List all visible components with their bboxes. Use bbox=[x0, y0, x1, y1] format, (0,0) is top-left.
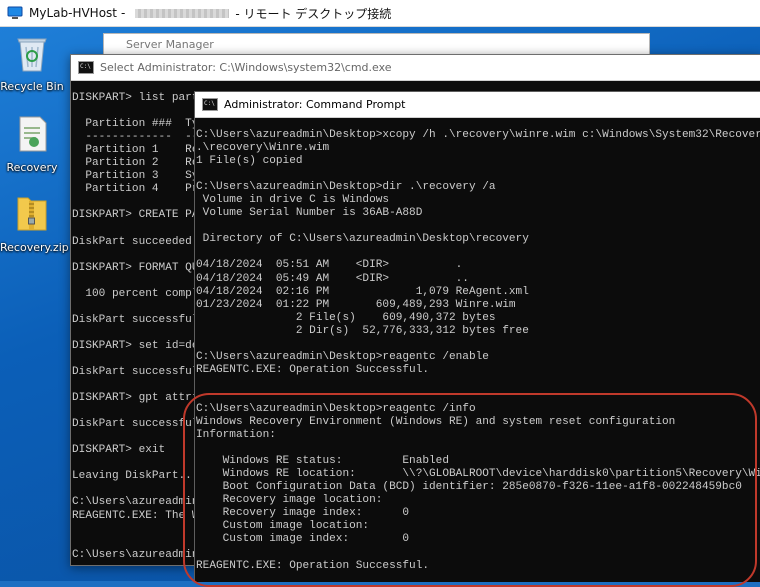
console-line: REAGENTC.EXE: Operation Successful. bbox=[196, 363, 430, 376]
cmd-icon bbox=[78, 61, 94, 74]
console-line: Directory of C:\Users\azureadmin\Desktop… bbox=[196, 233, 529, 246]
console-line: Custom image location: bbox=[196, 520, 370, 533]
console-line: Information: bbox=[196, 429, 276, 442]
console-line: 2 File(s) 609,490,372 bytes bbox=[196, 311, 496, 324]
console-line: Windows RE status: Enabled bbox=[196, 455, 449, 468]
zip-folder-icon bbox=[17, 197, 47, 231]
cmd-window-title: Select Administrator: C:\Windows\system3… bbox=[100, 61, 392, 74]
cmd-window-admin[interactable]: Administrator: Command Prompt C:\Users\a… bbox=[194, 91, 760, 582]
console-line: C:\Users\azureadmin\Desktop>reagentc /in… bbox=[196, 402, 476, 415]
cmd-window-title: Administrator: Command Prompt bbox=[224, 98, 406, 111]
desktop-icon-label: Recycle Bin bbox=[0, 80, 64, 93]
rdp-title-bar: MyLab-HVHost - - リモート デスクトップ接続 bbox=[0, 0, 760, 27]
console-line: Volume in drive C is Windows bbox=[196, 194, 390, 207]
console-line: 04/18/2024 05:51 AM <DIR> . bbox=[196, 259, 463, 272]
console-line: .\recovery\Winre.wim bbox=[196, 142, 330, 155]
console-line: 1 File(s) copied bbox=[196, 155, 303, 168]
cmd-window-title-bar[interactable]: Administrator: Command Prompt bbox=[195, 92, 760, 118]
cmd-window-title-bar[interactable]: Select Administrator: C:\Windows\system3… bbox=[71, 55, 760, 81]
console-line: Windows Recovery Environment (Windows RE… bbox=[196, 416, 676, 429]
console-line: Recovery image index: 0 bbox=[196, 507, 410, 520]
console-line: Custom image index: 0 bbox=[196, 533, 410, 546]
server-manager-title: Server Manager bbox=[126, 38, 214, 51]
cmd-icon bbox=[202, 98, 218, 111]
redacted-address bbox=[135, 8, 230, 18]
rdp-separator: - bbox=[121, 6, 126, 20]
desktop-icon-recovery-zip[interactable]: Recovery.zip bbox=[0, 192, 69, 254]
console-line: 2 Dir(s) 52,776,333,312 bytes free bbox=[196, 324, 529, 337]
console-line: Volume Serial Number is 36AB-A88D bbox=[196, 207, 423, 220]
console-line: 04/18/2024 05:49 AM <DIR> .. bbox=[196, 272, 469, 285]
desktop-icon-recycle-bin[interactable]: Recycle Bin bbox=[0, 31, 64, 93]
console-line: Boot Configuration Data (BCD) identifier… bbox=[196, 481, 742, 494]
folder-icon bbox=[19, 116, 47, 152]
console-line: REAGENTC.EXE: Operation Successful. bbox=[196, 559, 430, 572]
console-output[interactable]: C:\Users\azureadmin\Desktop>xcopy /h .\r… bbox=[195, 118, 760, 573]
console-line: C:\Users\azureadmin\Desktop>dir .\recove… bbox=[196, 181, 496, 194]
remote-desktop-icon bbox=[7, 6, 23, 19]
console-line: Windows RE location: \\?\GLOBALROOT\devi… bbox=[196, 468, 760, 481]
desktop-icon-label: Recovery bbox=[6, 161, 58, 174]
rdp-host-name: MyLab-HVHost bbox=[29, 6, 117, 20]
console-line: C:\Users\azureadmin\Desktop>reagentc /en… bbox=[196, 350, 489, 363]
recycle-bin-icon bbox=[17, 38, 47, 72]
console-line: Recovery image location: bbox=[196, 494, 383, 507]
rdp-title-suffix: - リモート デスクトップ接続 bbox=[235, 6, 392, 21]
console-line: 01/23/2024 01:22 PM 609,489,293 Winre.wi… bbox=[196, 298, 760, 311]
console-line: C:\Users\azureadmin\Desktop>xcopy /h .\r… bbox=[196, 129, 760, 141]
console-line: 04/18/2024 02:16 PM 1,079 ReAgent.xml bbox=[196, 285, 529, 298]
desktop-icon-label: Recovery.zip bbox=[0, 241, 69, 254]
desktop-icon-recovery[interactable]: Recovery bbox=[0, 114, 64, 174]
